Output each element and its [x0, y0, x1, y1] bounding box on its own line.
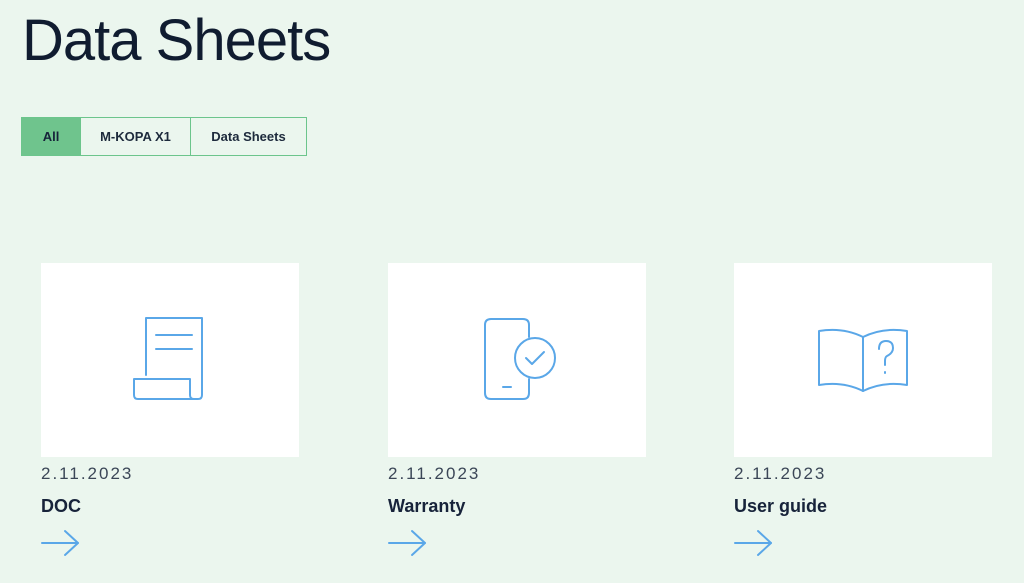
card-date: 2.11.2023 — [388, 464, 481, 483]
arrow-right-icon[interactable] — [734, 529, 774, 557]
card-title[interactable]: Warranty — [388, 495, 646, 517]
document-scroll-icon — [133, 317, 203, 400]
card-thumbnail[interactable] — [41, 263, 299, 457]
arrow-right-icon[interactable] — [41, 529, 81, 557]
card-thumbnail[interactable] — [734, 263, 992, 457]
document-card-warranty[interactable]: 2.11.2023 Warranty — [388, 263, 646, 562]
card-thumbnail[interactable] — [388, 263, 646, 457]
filter-tab-m-kopa-x1[interactable]: M-KOPA X1 — [80, 118, 190, 155]
arrow-right-icon[interactable] — [388, 529, 428, 557]
book-question-icon — [818, 328, 908, 392]
card-date: 2.11.2023 — [41, 464, 134, 483]
page-title: Data Sheets — [22, 8, 331, 73]
document-card-user-guide[interactable]: 2.11.2023 User guide — [734, 263, 992, 562]
document-card-doc[interactable]: 2.11.2023 DOC — [41, 263, 299, 562]
card-title[interactable]: DOC — [41, 495, 299, 517]
filter-tab-data-sheets[interactable]: Data Sheets — [190, 118, 306, 155]
filter-tabs: All M-KOPA X1 Data Sheets — [21, 117, 307, 156]
card-date: 2.11.2023 — [734, 464, 827, 483]
phone-check-icon — [484, 318, 556, 400]
filter-tab-all[interactable]: All — [22, 118, 80, 155]
card-title[interactable]: User guide — [734, 495, 992, 517]
